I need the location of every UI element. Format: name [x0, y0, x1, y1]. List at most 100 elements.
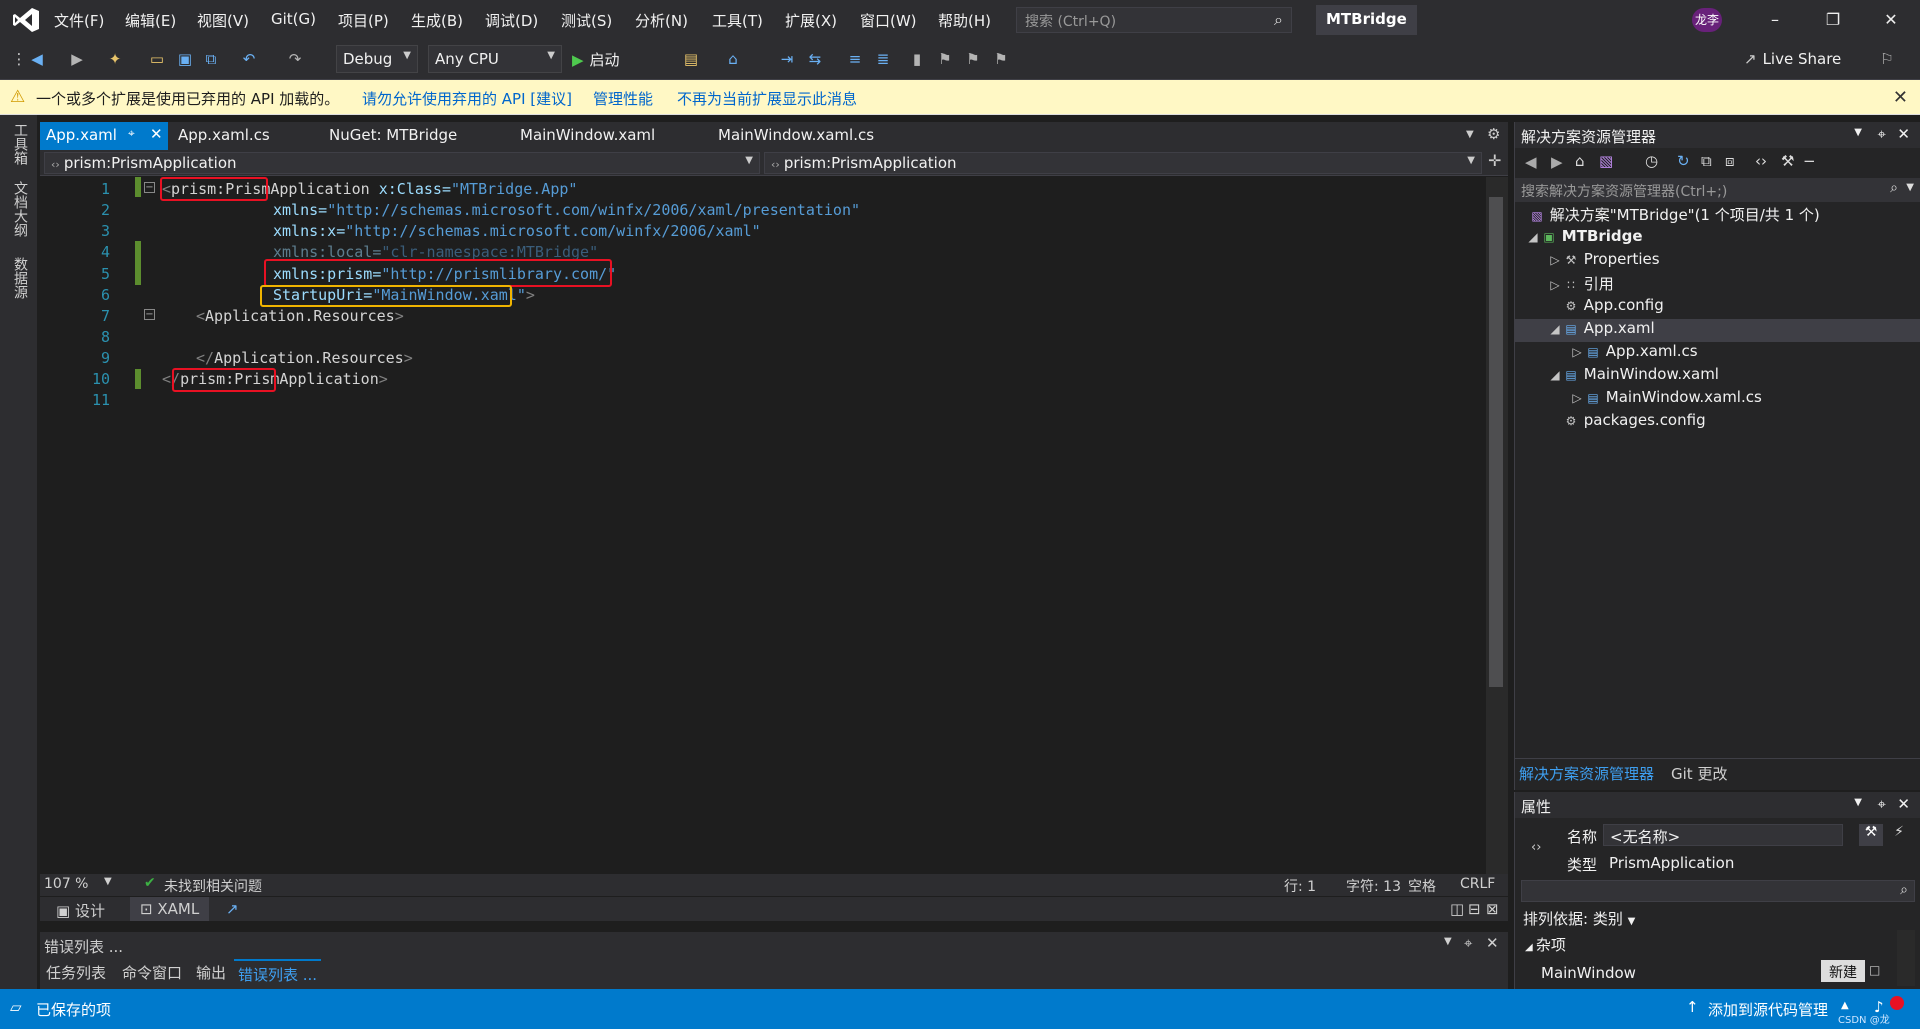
close-icon[interactable]: ✕ — [1876, 8, 1906, 32]
save-icon[interactable]: ▣ — [174, 48, 196, 70]
category-misc[interactable]: ◢ 杂项 — [1525, 934, 1566, 955]
show-all-files-icon[interactable]: ⧈ — [1725, 152, 1735, 170]
home-icon[interactable]: ⌂ — [1575, 152, 1585, 170]
events-lightning-icon[interactable]: ⚡ — [1889, 824, 1909, 840]
redo-icon[interactable]: ↷ — [284, 48, 306, 70]
menu-tools[interactable]: 工具(T) — [712, 10, 763, 31]
menu-project[interactable]: 项目(P) — [338, 10, 389, 31]
whitespace-indicator[interactable]: 空格 — [1408, 876, 1436, 896]
element-navigation-right[interactable]: ‹› prism:PrismApplication ▼ — [764, 152, 1482, 174]
name-field[interactable]: <无名称> — [1603, 824, 1843, 846]
close-icon[interactable]: ✕ — [1897, 125, 1910, 143]
chevron-down-icon[interactable]: ▼ — [1854, 127, 1862, 138]
close-icon[interactable]: ✕ — [1486, 934, 1499, 952]
tab-design[interactable]: ▣ 设计 — [56, 900, 105, 921]
search-input[interactable]: 搜索 (Ctrl+Q) ⌕ — [1016, 7, 1292, 33]
split-horizontal-icon[interactable]: ⊟ — [1468, 900, 1481, 918]
menu-build[interactable]: 生成(B) — [411, 10, 463, 31]
tab-solution-explorer[interactable]: 解决方案资源管理器 — [1519, 763, 1654, 784]
code-editor[interactable]: 1 2 3 4 5 6 7 8 9 10 11 − − <prism:Prism… — [40, 177, 1508, 874]
tab-nuget-mtbridge[interactable]: NuGet: MTBridge — [323, 122, 463, 150]
properties-search-input[interactable]: ⌕ — [1521, 880, 1915, 902]
popout-icon[interactable]: ↗ — [226, 900, 239, 918]
split-vertical-icon[interactable]: ◫ — [1450, 900, 1464, 918]
menu-extensions[interactable]: 扩展(X) — [785, 10, 837, 31]
tab-mainwindow-xaml-cs[interactable]: MainWindow.xaml.cs — [712, 122, 880, 150]
menu-view[interactable]: 视图(V) — [197, 10, 249, 31]
element-navigation-left[interactable]: ‹› prism:PrismApplication ▼ — [44, 152, 760, 174]
save-all-icon[interactable]: ⧉ — [200, 48, 222, 70]
char-indicator[interactable]: 字符: 13 — [1346, 876, 1401, 896]
link-manage-performance[interactable]: 管理性能 — [593, 88, 653, 109]
eol-indicator[interactable]: CRLF — [1460, 876, 1495, 892]
new-project-icon[interactable]: ✦ — [104, 48, 126, 70]
document-outline-tab[interactable]: 文档大纲 — [10, 181, 30, 237]
new-button[interactable]: 新建 — [1821, 960, 1865, 982]
tab-error-list[interactable]: 错误列表 ... — [234, 959, 322, 988]
chevron-down-icon[interactable]: ▼ — [1906, 182, 1914, 193]
configuration-select[interactable]: Debug ▼ — [336, 45, 418, 73]
tree-item-app-xaml[interactable]: ◢ ▤ App.xaml — [1515, 319, 1920, 342]
tab-git-changes[interactable]: Git 更改 — [1671, 763, 1727, 784]
pin-icon[interactable]: ⌖ — [128, 126, 135, 141]
prev-bookmark-icon[interactable]: ⚑ — [934, 48, 956, 70]
tab-output[interactable]: 输出 — [196, 962, 226, 983]
notifications-bell-icon[interactable]: ♪ — [1874, 998, 1884, 1016]
tree-item-mainwindow-xaml-cs[interactable]: ▷ ▤ MainWindow.xaml.cs — [1515, 388, 1920, 411]
close-icon[interactable]: ✕ — [1897, 795, 1910, 813]
link-dont-show-again[interactable]: 不再为当前扩展显示此消息 — [677, 88, 857, 109]
menu-git[interactable]: Git(G) — [271, 10, 316, 28]
sort-by-selector[interactable]: 排列依据: 类别 ▼ — [1523, 908, 1635, 929]
browser-icon[interactable]: ⌂ — [722, 48, 744, 70]
tree-item-app-xaml-cs[interactable]: ▷ ▤ App.xaml.cs — [1515, 342, 1920, 365]
menu-file[interactable]: 文件(F) — [54, 10, 104, 31]
collapse-all-icon[interactable]: ⧉ — [1701, 152, 1712, 170]
pin-icon[interactable]: ⌖ — [1878, 795, 1886, 813]
step-icon[interactable]: ⇥ — [776, 48, 798, 70]
pin-icon[interactable]: ⌖ — [1464, 934, 1472, 952]
history-icon[interactable]: ◷ — [1645, 152, 1658, 170]
menu-analyze[interactable]: 分析(N) — [635, 10, 688, 31]
property-marker-icon[interactable]: □ — [1869, 963, 1880, 977]
open-folder-icon[interactable]: ▭ — [146, 48, 168, 70]
close-icon[interactable]: ✕ — [1893, 87, 1908, 108]
platform-select[interactable]: Any CPU ▼ — [428, 45, 562, 73]
restore-icon[interactable]: ❐ — [1818, 8, 1848, 32]
zoom-level[interactable]: 107 % — [44, 876, 88, 892]
tab-command-window[interactable]: 命令窗口 — [122, 962, 182, 983]
start-button[interactable]: ▶ 启动 — [566, 45, 648, 73]
view-code-icon[interactable]: ‹› — [1755, 152, 1767, 170]
settings-gear-icon[interactable]: ⚙ — [1487, 125, 1500, 143]
menu-help[interactable]: 帮助(H) — [938, 10, 991, 31]
clear-bookmarks-icon[interactable]: ⚑ — [990, 48, 1012, 70]
tree-item-packages-config[interactable]: ⚙ packages.config — [1515, 411, 1920, 434]
issues-status[interactable]: 未找到相关问题 — [164, 876, 262, 896]
forward-icon[interactable]: ▶ — [66, 48, 88, 70]
tree-item-app-config[interactable]: ⚙ App.config — [1515, 296, 1920, 319]
next-bookmark-icon[interactable]: ⚑ — [962, 48, 984, 70]
tab-mainwindow-xaml[interactable]: MainWindow.xaml — [514, 122, 661, 150]
back-icon[interactable]: ◀ — [1525, 153, 1537, 171]
forward-icon[interactable]: ▶ — [1551, 153, 1563, 171]
back-icon[interactable]: ◀ — [26, 48, 48, 70]
tree-item-solution[interactable]: ▧ 解决方案"MTBridge"(1 个项目/共 1 个) — [1515, 204, 1920, 227]
menu-window[interactable]: 窗口(W) — [860, 10, 917, 31]
tab-app-xaml[interactable]: App.xaml ⌖ ✕ — [40, 122, 168, 150]
comment-icon[interactable]: ≡ — [844, 48, 866, 70]
chevron-down-icon[interactable]: ▼ — [1854, 797, 1862, 808]
tab-list-dropdown-icon[interactable]: ▼ — [1466, 129, 1474, 140]
refresh-icon[interactable]: ↻ — [1677, 152, 1690, 170]
undo-icon[interactable]: ↶ — [238, 48, 260, 70]
solution-search-input[interactable]: 搜索解决方案资源管理器(Ctrl+;) ⌕ ▼ — [1515, 178, 1920, 202]
menu-debug[interactable]: 调试(D) — [485, 10, 538, 31]
tree-item-properties[interactable]: ▷ ⚒ Properties — [1515, 250, 1920, 273]
link-disallow-deprecated-api[interactable]: 请勿允许使用弃用的 API [建议] — [362, 88, 572, 109]
toolbox-tab[interactable]: 工具箱 — [10, 123, 30, 165]
minimize-icon[interactable]: – — [1760, 8, 1790, 32]
close-icon[interactable]: ✕ — [150, 125, 163, 143]
tree-item-project[interactable]: ◢ ▣ MTBridge — [1515, 227, 1920, 250]
tab-xaml[interactable]: ⊡ XAML — [130, 897, 210, 921]
menu-edit[interactable]: 编辑(E) — [125, 10, 176, 31]
add-to-source-control[interactable]: 添加到源代码管理 — [1708, 999, 1828, 1020]
data-sources-tab[interactable]: 数据源 — [10, 257, 30, 299]
